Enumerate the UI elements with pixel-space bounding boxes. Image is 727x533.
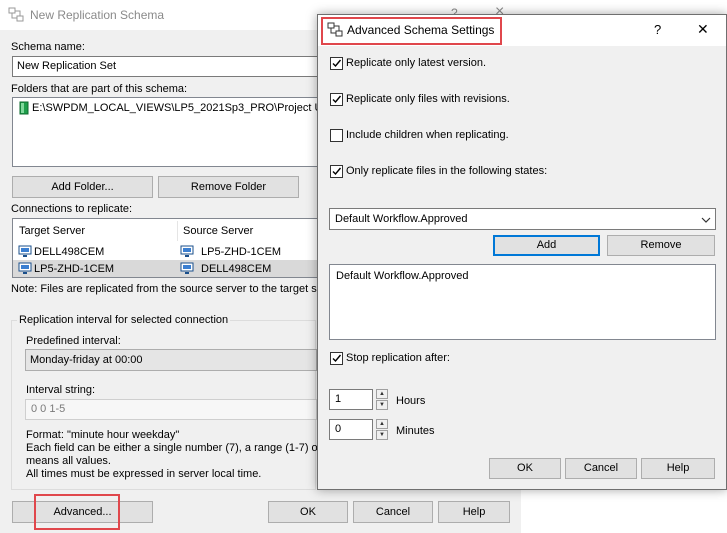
checkbox-label: Include children when replicating. — [346, 129, 509, 141]
server-icon — [180, 245, 194, 261]
column-header-target[interactable]: Target Server — [19, 225, 85, 237]
format-line: Format: "minute hour weekday" — [26, 429, 180, 441]
checkbox-box[interactable] — [330, 129, 343, 142]
replication-schema-icon — [8, 7, 24, 26]
connections-table[interactable]: Target Server Source Server DELL498CEM L… — [12, 218, 332, 278]
add-folder-button[interactable]: Add Folder... — [12, 176, 153, 198]
list-item[interactable]: Default Workflow.Approved — [336, 270, 468, 282]
chevron-down-icon[interactable] — [701, 215, 711, 227]
ok-button[interactable]: OK — [268, 501, 348, 523]
states-list[interactable]: Default Workflow.Approved — [329, 264, 716, 340]
window-title: New Replication Schema — [30, 8, 165, 22]
remove-state-button[interactable]: Remove — [607, 235, 715, 256]
spin-down-icon[interactable]: ▼ — [376, 400, 388, 410]
checkbox-label: Only replicate files in the following st… — [346, 165, 548, 177]
folders-label: Folders that are part of this schema: — [11, 83, 188, 95]
dialog-cancel-button[interactable]: Cancel — [565, 458, 637, 479]
checkbox-label: Stop replication after: — [346, 352, 450, 364]
table-row[interactable]: LP5-ZHD-1CEM DELL498CEM — [13, 260, 331, 277]
spin-up-icon[interactable]: ▲ — [376, 389, 388, 399]
dialog-title: Advanced Schema Settings — [347, 23, 495, 37]
minutes-label: Minutes — [396, 425, 435, 437]
folders-list[interactable]: E:\SWPDM_LOCAL_VIEWS\LP5_2021Sp3_PRO\Pro… — [12, 97, 332, 167]
folder-path[interactable]: E:\SWPDM_LOCAL_VIEWS\LP5_2021Sp3_PRO\Pro… — [32, 102, 330, 114]
add-state-button[interactable]: Add — [493, 235, 600, 256]
dialog-titlebar: Advanced Schema Settings ? ✕ — [318, 15, 726, 46]
target-server-cell: DELL498CEM — [34, 246, 105, 258]
dialog-help-button[interactable]: ? — [654, 22, 661, 37]
highlight-box — [34, 494, 120, 530]
spin-down-icon[interactable]: ▼ — [376, 430, 388, 440]
format-line: All times must be expressed in server lo… — [26, 468, 262, 480]
checkmark-icon[interactable] — [330, 57, 343, 70]
remove-folder-button[interactable]: Remove Folder — [158, 176, 299, 198]
replication-note: Note: Files are replicated from the sour… — [11, 283, 317, 295]
connections-label: Connections to replicate: — [11, 203, 133, 215]
server-icon — [18, 245, 32, 261]
source-server-cell: LP5-ZHD-1CEM — [201, 246, 282, 258]
column-divider — [177, 221, 178, 241]
dialog-ok-button[interactable]: OK — [489, 458, 561, 479]
schema-name-label: Schema name: — [11, 41, 85, 53]
predefined-interval-label: Predefined interval: — [26, 335, 121, 347]
checkmark-icon[interactable] — [330, 93, 343, 106]
source-server-cell: DELL498CEM — [201, 263, 272, 275]
dialog-help-button-bottom[interactable]: Help — [641, 458, 715, 479]
advanced-schema-settings-dialog: Advanced Schema Settings ? ✕ Replicate o… — [317, 14, 727, 490]
replication-schema-icon — [327, 22, 343, 41]
state-select-value: Default Workflow.Approved — [335, 213, 468, 225]
interval-string-label: Interval string: — [26, 384, 96, 396]
table-row[interactable]: DELL498CEM LP5-ZHD-1CEM — [13, 243, 331, 260]
format-line: means all values. — [26, 455, 111, 467]
server-icon — [180, 262, 194, 278]
minutes-input[interactable]: 0 — [329, 419, 373, 440]
checkmark-icon[interactable] — [330, 165, 343, 178]
checkbox-label: Replicate only files with revisions. — [346, 93, 510, 105]
cancel-button[interactable]: Cancel — [353, 501, 433, 523]
folder-icon — [19, 101, 29, 118]
hours-input[interactable]: 1 — [329, 389, 373, 410]
interval-group-title: Replication interval for selected connec… — [17, 314, 231, 326]
checkbox-label: Replicate only latest version. — [346, 57, 487, 69]
state-select[interactable]: Default Workflow.Approved — [329, 208, 716, 230]
schema-name-input[interactable]: New Replication Set — [12, 56, 332, 77]
server-icon — [18, 262, 32, 278]
predefined-interval-select[interactable]: Monday-friday at 00:00 — [25, 349, 317, 371]
hours-label: Hours — [396, 395, 426, 407]
format-line: Each field can be either a single number… — [26, 442, 322, 454]
checkmark-icon[interactable] — [330, 352, 343, 365]
target-server-cell: LP5-ZHD-1CEM — [34, 263, 115, 275]
dialog-close-button[interactable]: ✕ — [697, 21, 709, 38]
interval-string-input[interactable]: 0 0 1-5 — [25, 399, 317, 420]
spin-up-icon[interactable]: ▲ — [376, 419, 388, 429]
column-header-source[interactable]: Source Server — [183, 225, 253, 237]
help-button[interactable]: Help — [438, 501, 510, 523]
